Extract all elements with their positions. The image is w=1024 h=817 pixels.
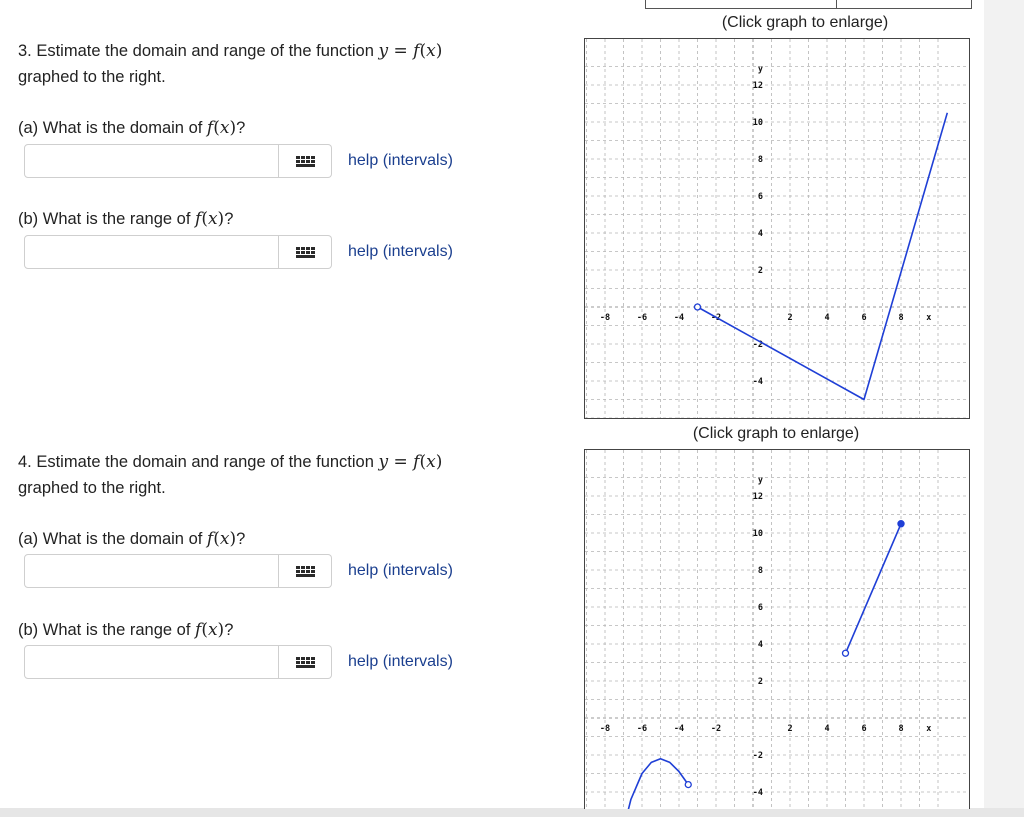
right-scroll-gutter — [984, 0, 1024, 808]
x-tick-label: -4 — [674, 313, 684, 323]
x-tick-label: -2 — [711, 724, 721, 734]
problem-3-enlarge-label[interactable]: (Click graph to enlarge) — [605, 14, 1005, 32]
problem-3-graph[interactable]: -8 -6 -4 -2 2 4 6 8 12 10 8 6 4 2 -2 -4 x y — [584, 38, 970, 419]
problem-4-domain-keyboard-button[interactable] — [279, 554, 332, 588]
problem-4-range-keyboard-button[interactable] — [279, 645, 332, 679]
bottom-gutter — [0, 808, 1024, 817]
open-endpoint — [693, 303, 702, 311]
open-endpoint — [841, 649, 850, 657]
problem-4-equation: y = f(x) — [378, 452, 443, 472]
problem-3-range-question: (b) What is the range of f(x)? — [18, 209, 234, 229]
y-tick-label: -2 — [753, 340, 763, 350]
x-tick-label: 2 — [787, 724, 792, 734]
x-tick-label: -6 — [637, 724, 647, 734]
problem-4-enlarge-label[interactable]: (Click graph to enlarge) — [576, 425, 976, 443]
problem-4-statement: 4. Estimate the domain and range of the … — [18, 452, 443, 497]
problem-4-domain-question: (a) What is the domain of f(x)? — [18, 529, 246, 549]
keyboard-icon — [295, 246, 315, 258]
y-tick-label: -4 — [753, 788, 763, 798]
graph-0-series-0-line — [697, 112, 949, 401]
y-tick-label: 10 — [753, 529, 763, 539]
x-axis-label: x — [926, 313, 931, 323]
x-tick-label: 4 — [824, 313, 829, 323]
y-tick-label: 2 — [758, 677, 763, 687]
graph-1-series-0-line — [627, 757, 689, 809]
closed-endpoint — [897, 520, 905, 528]
x-tick-label: 8 — [898, 724, 903, 734]
problem-4-range-help-link[interactable]: help (intervals) — [348, 653, 453, 671]
y-tick-label: 10 — [753, 118, 763, 128]
y-tick-label: -4 — [753, 377, 763, 387]
problem-3-statement: 3. Estimate the domain and range of the … — [18, 41, 443, 86]
x-tick-label: 4 — [824, 724, 829, 734]
y-tick-label: 8 — [758, 155, 763, 165]
y-tick-label: 2 — [758, 266, 763, 276]
x-tick-label: -8 — [600, 724, 610, 734]
x-tick-label: 6 — [861, 724, 866, 734]
x-tick-label: -4 — [674, 724, 684, 734]
keyboard-icon — [295, 565, 315, 577]
keyboard-icon — [295, 155, 315, 167]
problem-3-domain-input[interactable] — [24, 144, 279, 178]
x-tick-label: 6 — [861, 313, 866, 323]
y-tick-label: 4 — [758, 640, 763, 650]
problem-4-range-input[interactable] — [24, 645, 279, 679]
open-endpoint — [684, 780, 692, 789]
x-tick-label: 8 — [898, 313, 903, 323]
x-tick-label: -8 — [600, 313, 610, 323]
problem-4-domain-input[interactable] — [24, 554, 279, 588]
problem-4-graph[interactable]: -8 -6 -4 -2 2 4 6 8 12 10 8 6 4 2 -2 -4 x y — [584, 449, 970, 809]
y-tick-label: 4 — [758, 229, 763, 239]
problem-4-domain-help-link[interactable]: help (intervals) — [348, 562, 453, 580]
problem-3-range-keyboard-button[interactable] — [279, 235, 332, 269]
previous-graph-frame — [645, 0, 972, 9]
problem-3-graph-svg: -8 -6 -4 -2 2 4 6 812108642-2-4xy — [585, 39, 969, 418]
keyboard-icon — [295, 656, 315, 668]
y-axis-label: y — [758, 64, 763, 74]
y-tick-label: 12 — [753, 81, 763, 91]
y-tick-label: 6 — [758, 603, 763, 613]
y-tick-label: 8 — [758, 566, 763, 576]
problem-3-range-input[interactable] — [24, 235, 279, 269]
y-tick-label: 12 — [753, 492, 763, 502]
y-tick-label: -2 — [753, 751, 763, 761]
x-tick-label: 2 — [787, 313, 792, 323]
problem-3-domain-question: (a) What is the domain of f(x)? — [18, 118, 246, 138]
problem-4-range-question: (b) What is the range of f(x)? — [18, 620, 234, 640]
y-tick-label: 6 — [758, 192, 763, 202]
x-tick-label: -6 — [637, 313, 647, 323]
problem-3-domain-help-link[interactable]: help (intervals) — [348, 152, 453, 170]
problem-3-range-help-link[interactable]: help (intervals) — [348, 243, 453, 261]
x-axis-label: x — [926, 724, 931, 734]
problem-4-graph-svg: -8 -6 -4 -2 2 4 6 8 12 10 8 6 4 2 -2 -4 x y — [585, 450, 969, 809]
problem-3-domain-keyboard-button[interactable] — [279, 144, 332, 178]
y-axis-label: y — [758, 475, 763, 485]
problem-3-equation: y = f(x) — [378, 41, 443, 61]
